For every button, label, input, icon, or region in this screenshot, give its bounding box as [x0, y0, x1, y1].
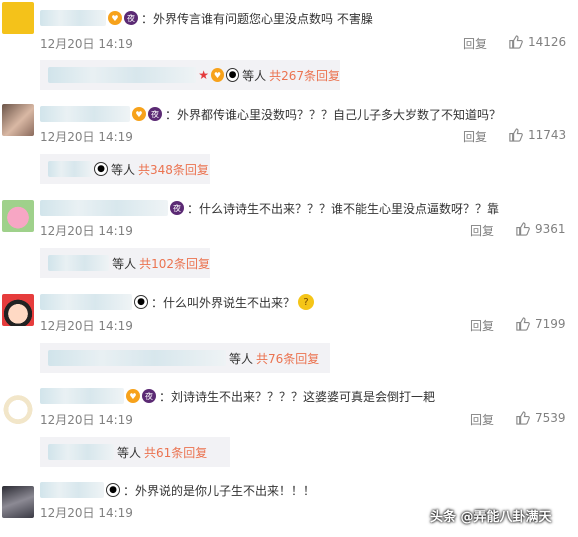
blurred-usernames — [48, 444, 114, 460]
comment-line: ♥ 夜 ：外界都传谁心里没数吗？？？自己儿子多大岁数了不知道吗？ — [40, 104, 501, 124]
reply-button[interactable]: 回复 — [463, 128, 487, 145]
comment-text: ：什么诗诗生不出来？？？谁不能生心里没点逼数呀？？靠 — [187, 201, 500, 216]
sub-replies-who: 等人 — [111, 162, 136, 177]
vip-badge-icon: ♥ — [108, 11, 122, 25]
blurred-username[interactable] — [40, 200, 168, 216]
thumbs-up-icon — [516, 411, 530, 425]
blurred-username[interactable] — [40, 388, 124, 404]
sub-replies-count[interactable]: 共102条回复 — [139, 255, 210, 272]
sub-replies-who: 等人 — [229, 351, 254, 366]
thumbs-up-icon — [516, 317, 530, 331]
moon-badge-icon: 夜 — [170, 201, 184, 215]
avatar[interactable] — [2, 104, 34, 136]
vip-badge-icon: ♥ — [210, 68, 224, 82]
avatar[interactable] — [2, 200, 34, 232]
sub-replies[interactable]: 等人 共102条回复 — [40, 248, 210, 278]
sub-replies[interactable]: 等人 共76条回复 — [40, 343, 330, 373]
sub-replies-count[interactable]: 共267条回复 — [269, 67, 340, 84]
comment-text: ：刘诗诗生不出来？？？？这婆婆可真是会倒打一耙 — [159, 389, 436, 404]
blurred-usernames — [48, 161, 92, 177]
avatar[interactable] — [2, 2, 34, 34]
vip-badge-icon: ♥ — [126, 389, 140, 403]
comment-time: 12月20日 14:19 — [40, 319, 133, 333]
vip-badge-icon: ♥ — [132, 107, 146, 121]
moon-badge-icon: 夜 — [124, 11, 138, 25]
like-count: 14126 — [528, 34, 567, 49]
sub-replies-count[interactable]: 共348条回复 — [138, 161, 209, 178]
comment-time: 12月20日 14:19 — [40, 506, 133, 520]
like-button[interactable]: 9361 — [515, 221, 566, 236]
comment-line: ♥ 夜 ：刘诗诗生不出来？？？？这婆婆可真是会倒打一耙 — [40, 386, 435, 406]
sub-replies[interactable]: ★ ♥ ● 等人 共267条回复 — [40, 60, 340, 90]
star-icon: ★ — [198, 68, 209, 82]
avatar[interactable] — [2, 486, 34, 518]
panda-icon: ● — [106, 483, 120, 497]
blurred-username[interactable] — [40, 482, 104, 498]
moon-badge-icon: 夜 — [148, 107, 162, 121]
like-count: 9361 — [535, 221, 566, 236]
blurred-username[interactable] — [40, 10, 106, 26]
sub-replies-count[interactable]: 共76条回复 — [256, 350, 319, 367]
emoji-icon: ? — [298, 294, 315, 310]
sub-replies-count[interactable]: 共61条回复 — [144, 444, 207, 461]
thumbs-up-icon — [509, 35, 523, 49]
comment-line: 夜 ：什么诗诗生不出来？？？谁不能生心里没点逼数呀？？靠 — [40, 198, 499, 218]
comment-time: 12月20日 14:19 — [40, 224, 133, 238]
comment-text: ：外界说的是你儿子生不出来！！！ — [123, 483, 316, 498]
panda-icon: ● — [94, 162, 108, 176]
comment-text: ：什么叫外界说生不出来？ — [151, 295, 296, 310]
reply-button[interactable]: 回复 — [470, 411, 494, 428]
reply-button[interactable]: 回复 — [470, 317, 494, 334]
comment-text: ：外界都传谁心里没数吗？？？自己儿子多大岁数了不知道吗？ — [165, 107, 502, 122]
like-button[interactable]: 7199 — [515, 316, 566, 331]
sub-replies-who: 等人 — [242, 68, 267, 83]
like-count: 11743 — [528, 127, 567, 142]
comment-time: 12月20日 14:19 — [40, 37, 133, 51]
like-button[interactable]: 7539 — [515, 410, 566, 425]
blurred-username[interactable] — [40, 294, 132, 310]
comment-text: ：外界传言谁有问题您心里没点数吗 不害臊 — [141, 11, 373, 26]
watermark: 头条 @弄能八卦满天 — [430, 510, 552, 525]
blurred-username[interactable] — [40, 106, 130, 122]
reply-button[interactable]: 回复 — [470, 222, 494, 239]
comment-time: 12月20日 14:19 — [40, 413, 133, 427]
sub-replies[interactable]: 等人 共61条回复 — [40, 437, 230, 467]
like-count: 7199 — [535, 316, 566, 331]
reply-button[interactable]: 回复 — [463, 35, 487, 52]
panda-icon: ● — [134, 295, 148, 309]
comment-line: ● ：外界说的是你儿子生不出来！！！ — [40, 480, 315, 500]
moon-badge-icon: 夜 — [142, 389, 156, 403]
panda-icon: ● — [225, 68, 240, 82]
sub-replies[interactable]: ● 等人 共348条回复 — [40, 154, 210, 184]
avatar[interactable] — [2, 392, 34, 424]
like-button[interactable]: 11743 — [508, 127, 566, 142]
thumbs-up-icon — [516, 222, 530, 236]
thumbs-up-icon — [509, 128, 523, 142]
avatar[interactable] — [2, 294, 34, 326]
comment-time: 12月20日 14:19 — [40, 130, 133, 144]
comment-line: ♥ 夜 ：外界传言谁有问题您心里没点数吗 不害臊 — [40, 8, 373, 28]
comment-line: ● ：什么叫外界说生不出来？ ? — [40, 292, 315, 312]
sub-replies-who: 等人 — [117, 445, 142, 460]
like-count: 7539 — [535, 410, 566, 425]
like-button[interactable]: 14126 — [508, 34, 566, 49]
blurred-usernames — [48, 350, 226, 366]
blurred-usernames — [48, 67, 197, 83]
blurred-usernames — [48, 255, 110, 271]
sub-replies-who: 等人 — [112, 256, 137, 271]
